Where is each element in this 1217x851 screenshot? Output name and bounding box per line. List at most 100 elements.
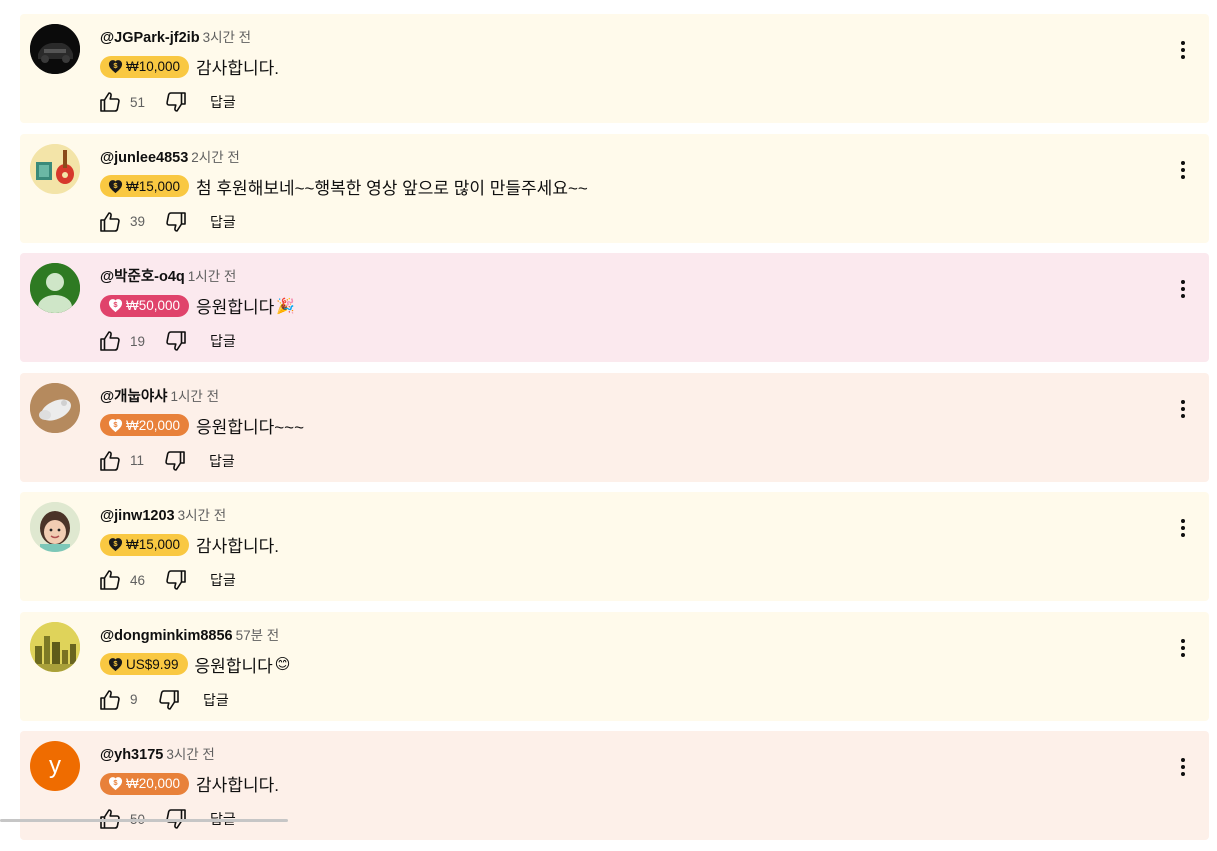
super-thanks-icon: $ bbox=[108, 59, 126, 74]
comment-card: @dongminkim8856 57분 전 $ US$9.99 응원합니다 😊 9 답글 bbox=[20, 611, 1209, 721]
comment-text: 감사합니다. bbox=[196, 776, 279, 795]
comment-header: @yh3175 3시간 전 bbox=[100, 743, 215, 763]
comment-card: @박준호-o4q 1시간 전 $ ₩50,000 응원합니다 🎉 19 답글 bbox=[20, 253, 1209, 362]
thumb-down-icon[interactable] bbox=[164, 329, 188, 353]
comment-text: 응원합니다 bbox=[196, 298, 275, 317]
thumb-up-icon[interactable] bbox=[98, 90, 122, 114]
avatar[interactable]: y bbox=[30, 741, 80, 791]
super-thanks-badge: $ ₩15,000 bbox=[100, 175, 190, 197]
super-thanks-icon: $ bbox=[108, 657, 126, 672]
avatar[interactable] bbox=[30, 263, 80, 313]
author-name[interactable]: @박준호-o4q bbox=[100, 269, 185, 285]
reply-button[interactable]: 답글 bbox=[210, 570, 236, 590]
comment-text: 첨 후원해보네~~행복한 영상 앞으로 많이 만들주세요~~ bbox=[196, 178, 588, 198]
more-vert-icon[interactable] bbox=[1171, 636, 1195, 660]
super-thanks-badge: $ ₩20,000 bbox=[100, 414, 190, 436]
reply-button[interactable]: 답글 bbox=[210, 331, 236, 351]
comment-body: $ ₩15,000 첨 후원해보네~~행복한 영상 앞으로 많이 만들주세요~~ bbox=[100, 174, 588, 199]
more-vert-icon[interactable] bbox=[1171, 397, 1195, 421]
timestamp[interactable]: 1시간 전 bbox=[171, 389, 220, 404]
comment-card: y@yh31753시간 전$₩20,000감사합니다.50답글 bbox=[20, 731, 1209, 840]
comment-actions: 51 답글 bbox=[98, 90, 236, 114]
comment-actions: 46 답글 bbox=[98, 568, 236, 592]
author-name[interactable]: @dongminkim8856 bbox=[100, 628, 233, 644]
comment-text: 감사합니다. bbox=[196, 537, 279, 556]
comment-text: 응원합니다 bbox=[194, 656, 273, 676]
comment-text: 응원합니다~~~ bbox=[196, 417, 305, 437]
comment-list: @JGPark-jf2ib 3시간 전 $ ₩10,000 감사합니다. 51 답글 @jun… bbox=[20, 14, 1209, 851]
comment-body: $ US$9.99 응원합니다 😊 bbox=[100, 652, 290, 677]
comment-emoji: 😊 bbox=[274, 656, 291, 673]
comment-body: $ ₩50,000 응원합니다 🎉 bbox=[100, 293, 295, 318]
avatar[interactable] bbox=[30, 24, 80, 74]
thumb-down-icon[interactable] bbox=[164, 568, 188, 592]
super-thanks-icon: $ bbox=[108, 537, 126, 552]
donation-amount: ₩10,000 bbox=[126, 59, 181, 74]
comment-text: 감사합니다. bbox=[196, 59, 279, 78]
thumb-down-icon[interactable] bbox=[157, 688, 181, 712]
author-name[interactable]: @yh3175 bbox=[100, 747, 163, 763]
avatar[interactable] bbox=[30, 143, 80, 194]
comment-actions: 11 답글 bbox=[98, 449, 235, 473]
like-count: 11 bbox=[130, 453, 145, 468]
thumb-up-icon[interactable] bbox=[98, 688, 122, 712]
donation-amount: ₩15,000 bbox=[126, 537, 181, 552]
super-thanks-badge: $ ₩15,000 bbox=[100, 533, 190, 556]
comment-body: $ ₩10,000 감사합니다. bbox=[100, 54, 279, 79]
avatar[interactable] bbox=[30, 382, 80, 433]
comment-header: @jinw1203 3시간 전 bbox=[100, 504, 226, 524]
author-name[interactable]: @JGPark-jf2ib bbox=[100, 30, 200, 46]
super-thanks-badge: $ ₩50,000 bbox=[100, 294, 190, 317]
thumb-up-icon[interactable] bbox=[98, 210, 122, 234]
thumb-down-icon[interactable] bbox=[164, 210, 188, 234]
super-thanks-badge: $ ₩10,000 bbox=[100, 55, 190, 78]
super-thanks-icon: $ bbox=[108, 298, 126, 313]
comment-header: @junlee4853 2시간 전 bbox=[100, 146, 240, 166]
comment-body: $ ₩20,000 응원합니다~~~ bbox=[100, 413, 304, 438]
thumb-up-icon[interactable] bbox=[98, 329, 122, 353]
donation-amount: ₩15,000 bbox=[126, 178, 181, 194]
timestamp[interactable]: 57분 전 bbox=[236, 628, 280, 643]
reply-button[interactable]: 답글 bbox=[209, 451, 235, 471]
more-vert-icon[interactable] bbox=[1171, 38, 1195, 62]
super-thanks-icon: $ bbox=[108, 776, 126, 791]
avatar[interactable] bbox=[30, 621, 80, 672]
thumb-up-icon[interactable] bbox=[98, 568, 122, 592]
more-vert-icon[interactable] bbox=[1171, 277, 1195, 301]
comment-header: @개눕야샤 1시간 전 bbox=[100, 385, 219, 406]
thumb-down-icon[interactable] bbox=[164, 90, 188, 114]
reply-button[interactable]: 답글 bbox=[210, 92, 236, 112]
reply-button[interactable]: 답글 bbox=[210, 212, 236, 232]
author-name[interactable]: @개눕야샤 bbox=[100, 389, 168, 405]
comment-card: @JGPark-jf2ib 3시간 전 $ ₩10,000 감사합니다. 51 답글 bbox=[20, 14, 1209, 123]
reply-button[interactable]: 답글 bbox=[203, 690, 229, 710]
author-name[interactable]: @jinw1203 bbox=[100, 508, 175, 524]
comment-header: @JGPark-jf2ib 3시간 전 bbox=[100, 26, 251, 46]
comment-header: @박준호-o4q 1시간 전 bbox=[100, 265, 236, 286]
timestamp[interactable]: 1시간 전 bbox=[188, 269, 237, 284]
super-thanks-badge: $ ₩20,000 bbox=[100, 772, 190, 795]
comment-actions: 9 답글 bbox=[98, 688, 229, 712]
comment-card: @개눕야샤 1시간 전 $ ₩20,000 응원합니다~~~ 11 답글 bbox=[20, 372, 1209, 482]
timestamp[interactable]: 3시간 전 bbox=[203, 30, 252, 45]
avatar-letter: y bbox=[49, 752, 61, 779]
thumb-down-icon[interactable] bbox=[163, 449, 187, 473]
donation-amount: ₩20,000 bbox=[126, 776, 181, 791]
thumb-up-icon[interactable] bbox=[98, 449, 122, 473]
comment-card: @jinw1203 3시간 전 $ ₩15,000 감사합니다. 46 답글 bbox=[20, 492, 1209, 601]
comment-card: @junlee4853 2시간 전 $ ₩15,000 첨 후원해보네~~행복한 영상 … bbox=[20, 133, 1209, 243]
more-vert-icon[interactable] bbox=[1171, 516, 1195, 540]
author-name[interactable]: @junlee4853 bbox=[100, 150, 188, 166]
like-count: 19 bbox=[130, 333, 146, 349]
comment-emoji: 🎉 bbox=[276, 297, 295, 315]
timestamp[interactable]: 3시간 전 bbox=[178, 508, 227, 523]
timestamp[interactable]: 2시간 전 bbox=[191, 150, 240, 165]
more-vert-icon[interactable] bbox=[1171, 158, 1195, 182]
comment-header: @dongminkim8856 57분 전 bbox=[100, 624, 279, 644]
timestamp[interactable]: 3시간 전 bbox=[166, 747, 215, 762]
avatar[interactable] bbox=[30, 502, 80, 552]
donation-amount: ₩20,000 bbox=[126, 417, 181, 433]
more-vert-icon[interactable] bbox=[1171, 755, 1195, 779]
comment-body: $ ₩20,000 감사합니다. bbox=[100, 771, 279, 796]
comment-body: $ ₩15,000 감사합니다. bbox=[100, 532, 279, 557]
